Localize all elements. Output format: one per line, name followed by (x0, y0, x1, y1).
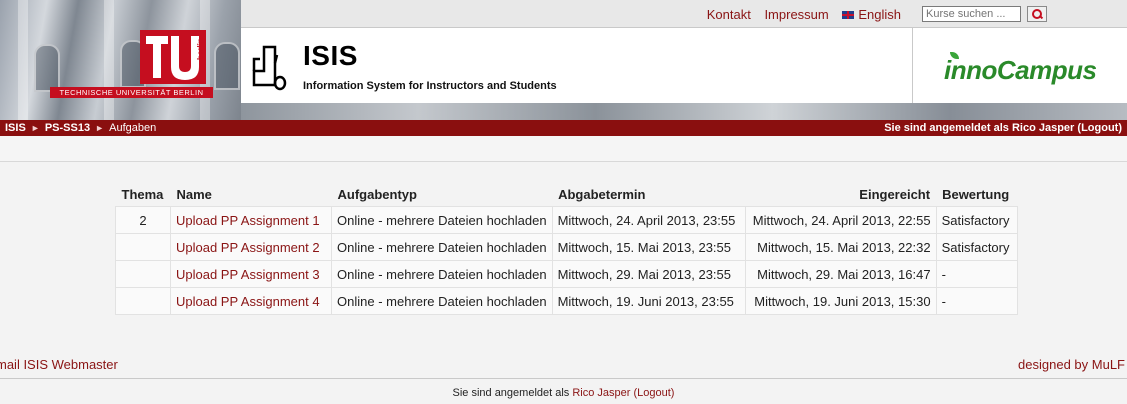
cell-grade: - (935, 287, 1018, 315)
navigation-bar: ISIS ► PS-SS13 ► Aufgaben Sie sind angem… (0, 120, 1127, 136)
sub-bar (0, 136, 1127, 162)
cell-thema (115, 260, 171, 288)
breadcrumb-isis[interactable]: ISIS (5, 122, 26, 134)
cell-type: Online - mehrere Dateien hochladen (331, 287, 553, 315)
assignment-link[interactable]: Upload PP Assignment 4 (176, 294, 320, 309)
innocampus-logo[interactable]: innoCampus (944, 52, 1097, 86)
breadcrumb: ISIS ► PS-SS13 ► Aufgaben (5, 120, 156, 136)
footer-login-info: Sie sind angemeldet als Rico Jasper (Log… (0, 387, 1127, 399)
cell-thema (115, 287, 171, 315)
campus-photo: berlin TECHNISCHE UNIVERSITÄT BERLIN (0, 0, 241, 120)
breadcrumb-course[interactable]: PS-SS13 (45, 122, 90, 134)
cell-due: Mittwoch, 29. Mai 2013, 23:55 (551, 260, 746, 288)
tu-mark-text: berlin (196, 38, 205, 60)
cell-submitted: Mittwoch, 24. April 2013, 22:55 (744, 206, 937, 234)
col-header-type[interactable]: Aufgabentyp (331, 182, 553, 207)
impressum-link[interactable]: Impressum (764, 7, 828, 22)
isis-logo-icon (252, 45, 287, 91)
cell-due: Mittwoch, 15. Mai 2013, 23:55 (551, 233, 746, 261)
search-button[interactable] (1027, 6, 1047, 22)
breadcrumb-separator: ► (30, 123, 40, 133)
table-row: 2 Upload PP Assignment 1 Online - mehrer… (115, 206, 1018, 234)
footer-user-link[interactable]: Rico Jasper (572, 387, 630, 399)
cell-thema (115, 233, 171, 261)
breadcrumb-current: Aufgaben (109, 122, 157, 134)
cell-type: Online - mehrere Dateien hochladen (331, 233, 553, 261)
cell-due: Mittwoch, 24. April 2013, 23:55 (551, 206, 746, 234)
tu-berlin-logo[interactable]: berlin TECHNISCHE UNIVERSITÄT BERLIN (50, 30, 213, 98)
cell-grade: - (935, 260, 1018, 288)
col-header-grade[interactable]: Bewertung (936, 182, 1018, 207)
login-prefix: Sie sind angemeldet als (884, 122, 1009, 134)
footer-login-prefix: Sie sind angemeldet als (452, 387, 570, 399)
cell-due: Mittwoch, 19. Juni 2013, 23:55 (551, 287, 746, 315)
assignment-link[interactable]: Upload PP Assignment 2 (176, 240, 320, 255)
col-header-thema[interactable]: Thema (115, 182, 171, 207)
logout-link[interactable]: (Logout) (1077, 122, 1122, 134)
login-info: Sie sind angemeldet als Rico Jasper (Log… (884, 120, 1122, 136)
user-profile-link[interactable]: Rico Jasper (1012, 122, 1074, 134)
assignment-link[interactable]: Upload PP Assignment 1 (176, 213, 320, 228)
banner-divider (912, 28, 913, 103)
designed-by-link[interactable]: designed by MuLF (1018, 357, 1125, 372)
uk-flag-icon (842, 11, 855, 19)
footer-divider (0, 378, 1127, 379)
innocampus-label: innoCampus (944, 55, 1097, 85)
page-header: berlin TECHNISCHE UNIVERSITÄT BERLIN Kon… (0, 0, 1127, 120)
cell-submitted: Mittwoch, 15. Mai 2013, 22:32 (744, 233, 937, 261)
table-header-row: Thema Name Aufgabentyp Abgabetermin Eing… (115, 182, 1018, 207)
cell-submitted: Mittwoch, 19. Juni 2013, 15:30 (744, 287, 937, 315)
cell-type: Online - mehrere Dateien hochladen (331, 206, 553, 234)
table-row: Upload PP Assignment 2 Online - mehrere … (115, 233, 1018, 261)
table-row: Upload PP Assignment 4 Online - mehrere … (115, 287, 1018, 315)
col-header-name[interactable]: Name (170, 182, 332, 207)
footer-logout-link[interactable]: (Logout) (634, 387, 675, 399)
cell-grade: Satisfactory (935, 233, 1018, 261)
isis-banner: ISIS Information System for Instructors … (241, 28, 1127, 103)
top-links: Kontakt Impressum English (697, 7, 901, 22)
cell-thema: 2 (115, 206, 171, 234)
tu-caption: TECHNISCHE UNIVERSITÄT BERLIN (50, 87, 213, 98)
col-header-submitted[interactable]: Eingereicht (745, 182, 937, 207)
english-label: English (858, 7, 901, 22)
cell-type: Online - mehrere Dateien hochladen (331, 260, 553, 288)
isis-title: ISIS (303, 40, 358, 71)
cell-grade: Satisfactory (935, 206, 1018, 234)
assignment-link[interactable]: Upload PP Assignment 3 (176, 267, 320, 282)
kontakt-link[interactable]: Kontakt (707, 7, 751, 22)
table-row: Upload PP Assignment 3 Online - mehrere … (115, 260, 1018, 288)
isis-subtitle: Information System for Instructors and S… (303, 80, 557, 92)
tu-mark-icon: berlin (140, 30, 206, 84)
english-link[interactable]: English (842, 7, 901, 22)
assignments-table: Thema Name Aufgabentyp Abgabetermin Eing… (115, 182, 1018, 315)
cell-submitted: Mittwoch, 29. Mai 2013, 16:47 (744, 260, 937, 288)
header-photo-strip (241, 103, 1127, 120)
course-search-input[interactable] (922, 6, 1021, 22)
col-header-due[interactable]: Abgabetermin (552, 182, 746, 207)
webmaster-mail-link[interactable]: mail ISIS Webmaster (0, 357, 118, 372)
breadcrumb-separator: ► (95, 123, 105, 133)
top-bar: Kontakt Impressum English (241, 0, 1127, 28)
